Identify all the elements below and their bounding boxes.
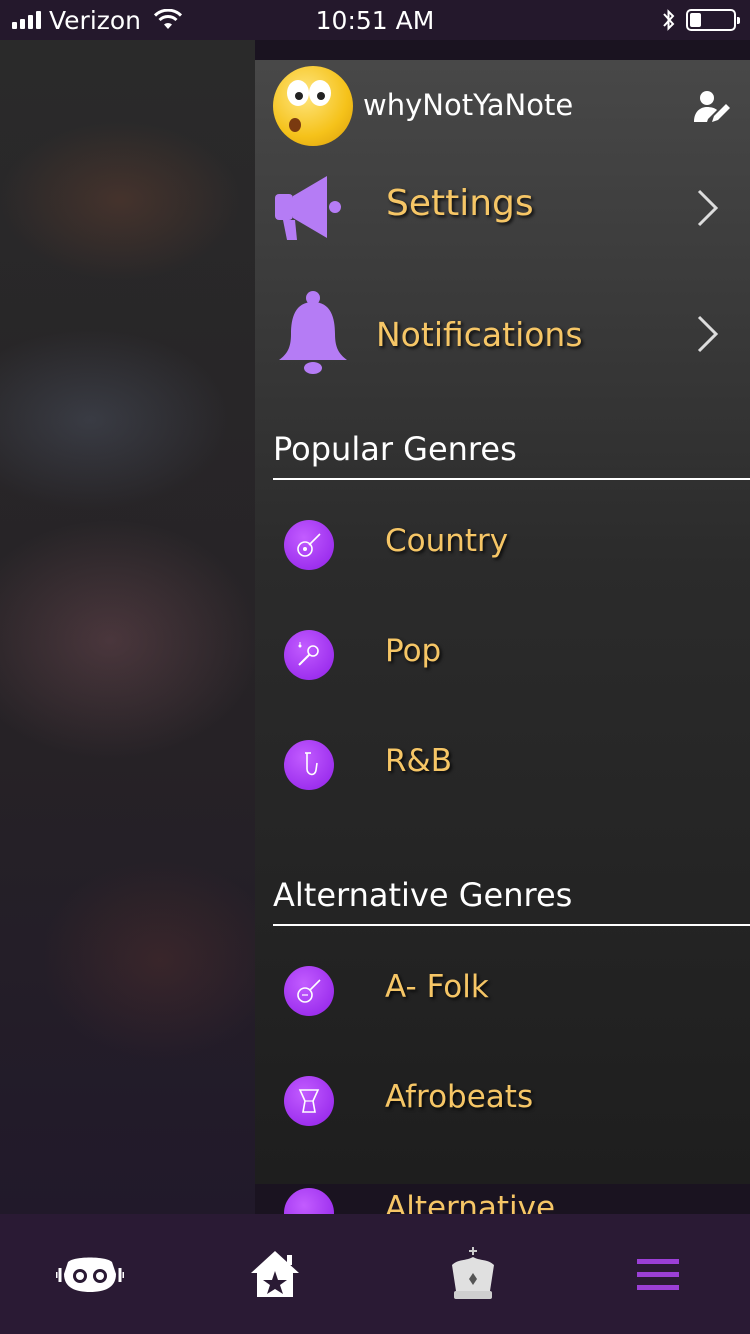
bluetooth-icon (663, 9, 675, 31)
crown-icon (452, 1247, 494, 1299)
notifications-row[interactable]: Notifications (255, 278, 750, 388)
home-star-icon (251, 1251, 299, 1297)
side-drawer: whyNotYaNote Settings Notifications Popu… (255, 60, 750, 1184)
emoji-avatar[interactable] (273, 66, 353, 146)
guitar-icon (284, 520, 334, 570)
battery-fill (690, 13, 701, 27)
profile-header[interactable]: whyNotYaNote (255, 60, 750, 155)
genre-item-a-folk[interactable]: A- Folk (255, 941, 750, 1041)
username: whyNotYaNote (363, 88, 574, 122)
genre-label: Pop (385, 633, 442, 669)
tab-mascot[interactable] (55, 1244, 125, 1304)
chevron-right-icon (697, 189, 719, 227)
settings-row[interactable]: Settings (255, 155, 750, 265)
battery-icon (686, 9, 740, 31)
genre-label: R&B (385, 743, 452, 779)
background-content-overlay[interactable] (0, 40, 255, 1214)
genre-item-pop[interactable]: Pop (255, 605, 750, 705)
genre-label: A- Folk (385, 969, 489, 1005)
status-time: 10:51 AM (315, 6, 435, 35)
genre-label: Afrobeats (385, 1079, 534, 1115)
megaphone-icon (275, 176, 341, 240)
popular-genres-heading: Popular Genres (273, 430, 517, 468)
edit-user-icon[interactable] (692, 88, 732, 128)
alternative-divider (273, 924, 750, 926)
genre-label: Alternative (385, 1190, 556, 1214)
banjo-icon (284, 966, 334, 1016)
tab-crown[interactable] (438, 1244, 508, 1304)
mascot-icon (56, 1257, 124, 1292)
saxophone-icon (284, 740, 334, 790)
microphone-icon (284, 630, 334, 680)
djembe-icon (284, 1076, 334, 1126)
chevron-right-icon (697, 315, 719, 353)
genre-label: Country (385, 523, 509, 559)
hamburger-menu-icon (637, 1259, 679, 1290)
status-bar: Verizon 10:51 AM (0, 0, 750, 40)
genre-item-rnb[interactable]: R&B (255, 715, 750, 815)
notifications-label: Notifications (376, 315, 583, 354)
tab-bar (0, 1214, 750, 1334)
settings-label: Settings (386, 183, 534, 224)
genre-item-country[interactable]: Country (255, 495, 750, 595)
genre-item-alternative[interactable]: Alternative (255, 1184, 750, 1214)
tab-home[interactable] (240, 1244, 310, 1304)
status-right (662, 6, 740, 34)
drums-icon (284, 1188, 334, 1214)
bell-icon (279, 291, 347, 374)
genre-item-afrobeats[interactable]: Afrobeats (255, 1051, 750, 1151)
alternative-genres-heading: Alternative Genres (273, 876, 573, 914)
popular-divider (273, 478, 750, 480)
tab-menu[interactable] (623, 1244, 693, 1304)
